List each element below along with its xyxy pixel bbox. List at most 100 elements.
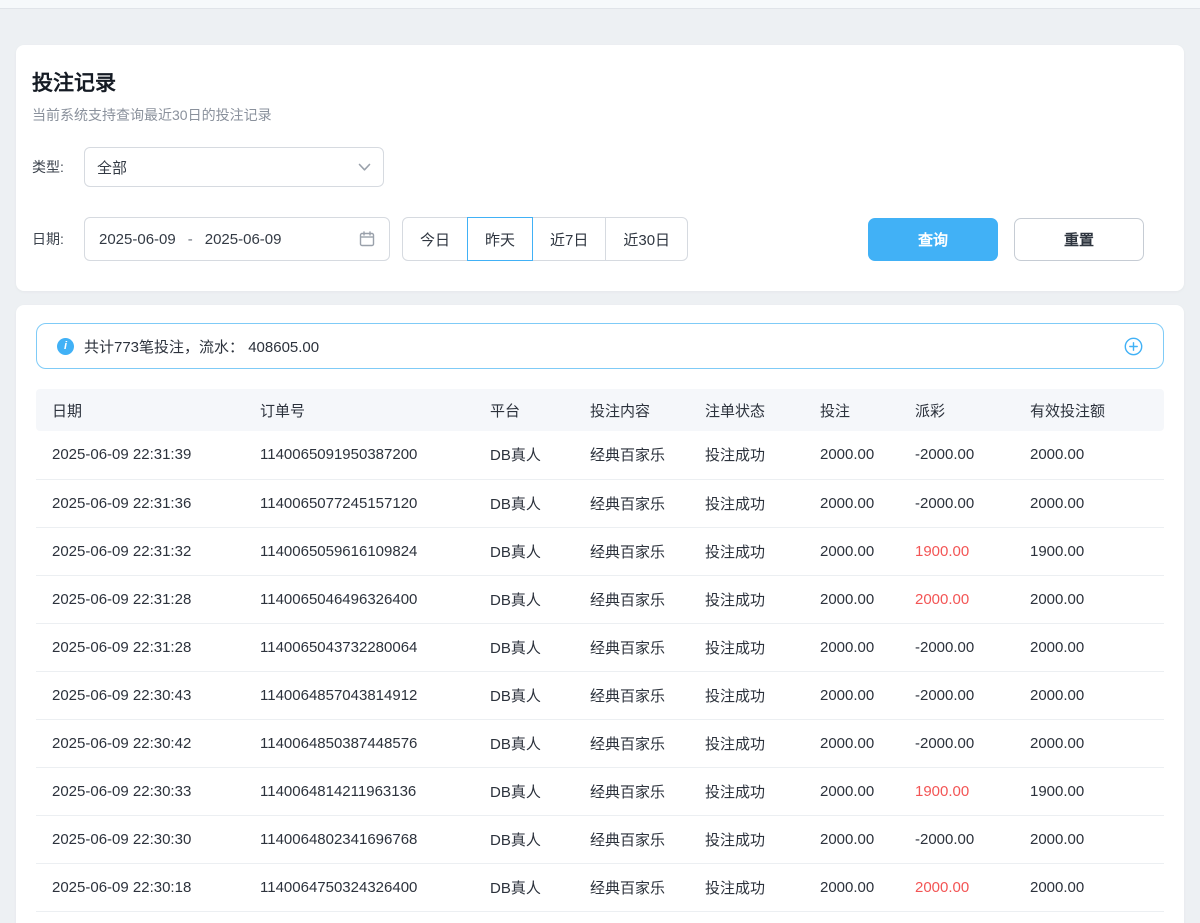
type-label: 类型: [32,157,84,177]
cell-content: 经典百家乐 [574,575,689,623]
table-row: 2025-06-09 22:30:421140064850387448576DB… [36,719,1164,767]
cell-bet: 2000.00 [804,815,899,863]
cell-status: 投注成功 [689,575,804,623]
column-header: 注单状态 [689,389,804,431]
cell-payout: -2000.00 [899,623,1014,671]
cell-bet: 2000.00 [804,479,899,527]
cell-date: 2025-06-09 22:30:18 [36,863,244,911]
quick-range-button[interactable]: 近7日 [532,217,606,261]
cell-status: 投注成功 [689,623,804,671]
column-header: 派彩 [899,389,1014,431]
cell-bet: 2000.00 [804,719,899,767]
cell-bet: 2000.00 [804,767,899,815]
column-header: 投注 [804,389,899,431]
summary-banner: i 共计773笔投注，流水： 408605.00 [36,323,1164,369]
page-title: 投注记录 [32,67,1168,97]
cell-bet: 2000.00 [804,527,899,575]
cell-status: 投注成功 [689,431,804,479]
date-filter-row: 日期: 2025-06-09 - 2025-06-09 今日昨天近7日近30日 … [32,217,1168,261]
table-row: 2025-06-09 22:31:321140065059616109824DB… [36,527,1164,575]
cell-content: 经典百家乐 [574,671,689,719]
chevron-down-icon [358,163,371,172]
cell-order-no: 1140065046496326400 [244,575,474,623]
cell-status: 投注成功 [689,767,804,815]
cell-valid-bet: 1900.00 [1014,527,1164,575]
cell-status: 投注成功 [689,815,804,863]
query-button[interactable]: 查询 [868,218,998,261]
cell-status: 投注成功 [689,479,804,527]
cell-status: 投注成功 [689,719,804,767]
cell-order-no: 1140065091950387200 [244,431,474,479]
cell-content: 经典百家乐 [574,431,689,479]
quick-range-group: 今日昨天近7日近30日 [402,217,688,261]
cell-order-no: 1140065077245157120 [244,479,474,527]
cell-date: 2025-06-09 22:30:30 [36,815,244,863]
table-row: 2025-06-09 22:30:331140064814211963136DB… [36,767,1164,815]
cell-valid-bet: 2000.00 [1014,815,1164,863]
cell-valid-bet: 2000.00 [1014,719,1164,767]
cell-valid-bet: 1900.00 [1014,767,1164,815]
filter-card: 投注记录 当前系统支持查询最近30日的投注记录 类型: 全部 日期: 2025-… [16,45,1184,291]
cell-bet: 2000.00 [804,575,899,623]
cell-payout: -2000.00 [899,815,1014,863]
table-body: 2025-06-09 22:31:391140065091950387200DB… [36,431,1164,911]
type-filter-row: 类型: 全部 [32,147,1168,187]
cell-order-no: 1140065043732280064 [244,623,474,671]
cell-order-no: 1140064750324326400 [244,863,474,911]
cell-order-no: 1140065059616109824 [244,527,474,575]
calendar-icon [359,231,375,247]
table-row: 2025-06-09 22:31:361140065077245157120DB… [36,479,1164,527]
cell-payout: -2000.00 [899,671,1014,719]
cell-content: 经典百家乐 [574,527,689,575]
page-subtitle: 当前系统支持查询最近30日的投注记录 [32,105,1168,125]
cell-status: 投注成功 [689,527,804,575]
cell-order-no: 1140064814211963136 [244,767,474,815]
cell-date: 2025-06-09 22:30:43 [36,671,244,719]
cell-valid-bet: 2000.00 [1014,479,1164,527]
cell-platform: DB真人 [474,863,574,911]
cell-platform: DB真人 [474,671,574,719]
cell-date: 2025-06-09 22:31:28 [36,575,244,623]
type-select[interactable]: 全部 [84,147,384,187]
top-bar [0,0,1200,9]
cell-platform: DB真人 [474,479,574,527]
cell-payout: 2000.00 [899,863,1014,911]
column-header: 投注内容 [574,389,689,431]
cell-valid-bet: 2000.00 [1014,575,1164,623]
circle-plus-icon[interactable] [1124,337,1143,356]
quick-range-button[interactable]: 近30日 [605,217,688,261]
column-header: 日期 [36,389,244,431]
info-icon: i [57,338,74,355]
cell-content: 经典百家乐 [574,815,689,863]
date-range-input[interactable]: 2025-06-09 - 2025-06-09 [84,217,390,261]
records-table: 日期订单号平台投注内容注单状态投注派彩有效投注额 2025-06-09 22:3… [36,389,1164,912]
cell-order-no: 1140064802341696768 [244,815,474,863]
cell-date: 2025-06-09 22:31:28 [36,623,244,671]
cell-payout: 1900.00 [899,767,1014,815]
date-label: 日期: [32,229,84,249]
date-range-separator: - [188,231,193,248]
cell-platform: DB真人 [474,719,574,767]
cell-date: 2025-06-09 22:31:32 [36,527,244,575]
cell-payout: -2000.00 [899,431,1014,479]
cell-date: 2025-06-09 22:30:42 [36,719,244,767]
table-row: 2025-06-09 22:31:281140065046496326400DB… [36,575,1164,623]
cell-platform: DB真人 [474,431,574,479]
cell-payout: 2000.00 [899,575,1014,623]
cell-platform: DB真人 [474,623,574,671]
cell-date: 2025-06-09 22:30:33 [36,767,244,815]
reset-button[interactable]: 重置 [1014,218,1144,261]
date-end-value: 2025-06-09 [205,231,282,248]
summary-text: 共计773笔投注，流水： 408605.00 [84,336,319,357]
cell-platform: DB真人 [474,815,574,863]
type-select-value: 全部 [97,157,127,178]
table-row: 2025-06-09 22:30:301140064802341696768DB… [36,815,1164,863]
cell-valid-bet: 2000.00 [1014,863,1164,911]
column-header: 平台 [474,389,574,431]
quick-range-button[interactable]: 今日 [402,217,468,261]
table-row: 2025-06-09 22:31:281140065043732280064DB… [36,623,1164,671]
table-row: 2025-06-09 22:30:181140064750324326400DB… [36,863,1164,911]
table-row: 2025-06-09 22:30:431140064857043814912DB… [36,671,1164,719]
quick-range-button[interactable]: 昨天 [467,217,533,261]
cell-content: 经典百家乐 [574,863,689,911]
